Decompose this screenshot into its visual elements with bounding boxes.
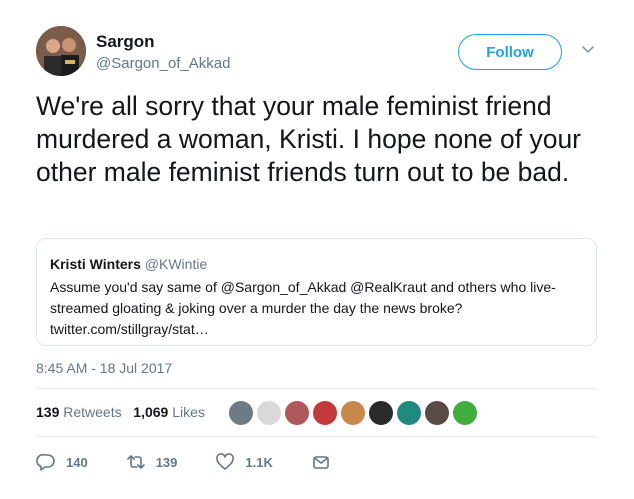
avatar-3[interactable] — [284, 400, 310, 426]
author-handle[interactable]: @Sargon_of_Akkad — [96, 55, 230, 72]
retweets-label: Retweets — [63, 404, 122, 420]
tweet-card: Sargon @Sargon_of_Akkad Follow We're all… — [0, 0, 634, 499]
retweet-icon — [126, 455, 145, 469]
likes-count: 1,069 — [133, 404, 169, 420]
avatar-5[interactable] — [340, 400, 366, 426]
quoted-tweet[interactable]: Kristi Winters @KWintie Assume you'd say… — [36, 238, 597, 346]
heart-icon — [216, 453, 235, 470]
tweet-timestamp[interactable]: 8:45 AM - 18 Jul 2017 — [36, 360, 172, 376]
quoted-tweet-text: Assume you'd say same of @Sargon_of_Akka… — [50, 279, 556, 337]
avatar-6[interactable] — [368, 400, 394, 426]
chevron-down-icon[interactable] — [580, 42, 596, 58]
likers-avatars — [228, 400, 480, 426]
reply-button[interactable]: 140 — [36, 452, 88, 472]
envelope-icon — [313, 456, 329, 469]
likes-stat[interactable]: 1,069 Likes — [133, 404, 205, 420]
retweets-count: 139 — [36, 404, 60, 420]
divider — [36, 388, 597, 389]
retweet-button[interactable]: 139 — [126, 452, 178, 472]
reply-icon — [36, 453, 55, 471]
avatar-2[interactable] — [256, 400, 282, 426]
author-avatar[interactable] — [36, 26, 86, 76]
direct-message-button[interactable] — [311, 452, 341, 472]
action-bar: 140 139 1.1K — [36, 452, 379, 472]
author-name[interactable]: Sargon — [96, 32, 155, 52]
likes-label: Likes — [172, 404, 205, 420]
quoted-tweet-header: Kristi Winters @KWintie — [50, 256, 207, 272]
quoted-author-handle: @KWintie — [144, 256, 208, 272]
divider — [36, 436, 597, 437]
avatar-9[interactable] — [452, 400, 478, 426]
avatar-7[interactable] — [396, 400, 422, 426]
retweet-count: 139 — [155, 454, 178, 470]
quoted-author-name: Kristi Winters — [50, 256, 141, 272]
avatar-4[interactable] — [312, 400, 338, 426]
avatar-1[interactable] — [228, 400, 254, 426]
like-count: 1.1K — [245, 454, 273, 470]
follow-button[interactable]: Follow — [458, 34, 562, 70]
avatar-8[interactable] — [424, 400, 450, 426]
reply-count: 140 — [66, 454, 88, 470]
retweets-stat[interactable]: 139 Retweets — [36, 404, 122, 420]
engagement-stats: 139 Retweets 1,069 Likes — [36, 404, 205, 420]
tweet-text: We're all sorry that your male feminist … — [36, 91, 582, 187]
like-button[interactable]: 1.1K — [215, 452, 273, 472]
